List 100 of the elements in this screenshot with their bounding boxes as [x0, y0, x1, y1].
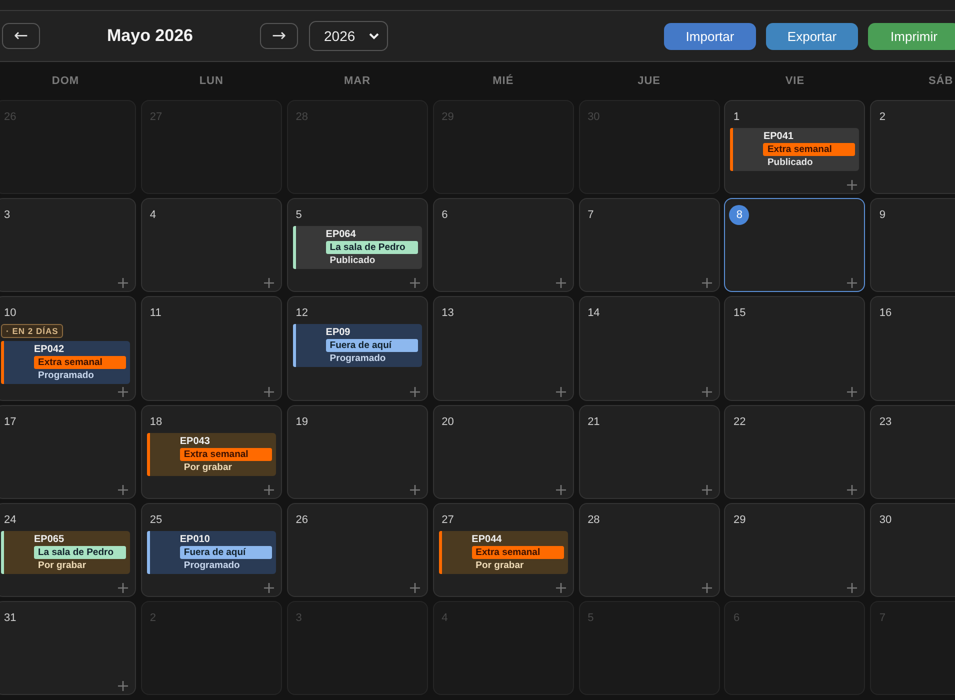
day-number: 30 [878, 513, 893, 528]
day-cell[interactable]: 19 [286, 405, 428, 499]
add-icon[interactable] [410, 387, 420, 397]
add-icon[interactable] [702, 387, 712, 397]
add-icon[interactable] [556, 278, 566, 288]
day-number: 31 [3, 611, 18, 626]
show-tag: La sala de Pedro [326, 241, 418, 254]
day-cell[interactable]: 2 [870, 100, 955, 194]
add-icon[interactable] [264, 278, 274, 288]
add-icon[interactable] [410, 278, 420, 288]
day-cell[interactable]: 3 [0, 198, 136, 292]
episode-card[interactable]: EP043 Extra semanal Por grabar [146, 433, 276, 476]
add-icon[interactable] [702, 583, 712, 593]
add-icon[interactable] [702, 278, 712, 288]
episode-card[interactable]: EP09 Fuera de aquí Programado [292, 324, 422, 367]
day-number: 14 [586, 306, 601, 321]
day-cell[interactable]: 12 EP09 Fuera de aquí Programado [286, 296, 428, 401]
day-number: 25 [148, 513, 164, 528]
show-tag: La sala de Pedro [34, 546, 126, 559]
add-icon[interactable] [702, 485, 712, 495]
episode-code: EP010 [180, 534, 210, 545]
day-cell[interactable]: 31 [0, 601, 136, 695]
day-cell[interactable]: 10 · EN 2 DÍAS EP042 Extra semanal Programado [0, 296, 136, 401]
episode-status: Programado [328, 353, 386, 364]
add-icon[interactable] [847, 180, 858, 190]
episode-status: Publicado [328, 255, 376, 266]
episode-card[interactable]: EP041 Extra semanal Publicado [730, 128, 860, 171]
day-cell[interactable]: 29 [724, 503, 866, 597]
day-number: 22 [732, 415, 747, 430]
day-cell[interactable]: 15 [724, 296, 866, 401]
day-cell[interactable]: 24 EP065 La sala de Pedro Por grabar [0, 503, 136, 597]
day-cell[interactable]: 17 [0, 405, 136, 499]
add-icon[interactable] [847, 583, 858, 593]
day-cell[interactable]: 7 [578, 198, 720, 292]
day-number: 21 [586, 415, 601, 430]
episode-code: EP065 [34, 534, 64, 545]
day-cell[interactable]: 5 EP064 La sala de Pedro Publicado [286, 198, 428, 292]
episode-card[interactable]: EP064 La sala de Pedro Publicado [292, 226, 422, 269]
add-icon[interactable] [847, 278, 858, 288]
day-cell[interactable]: 14 [578, 296, 720, 401]
day-cell[interactable]: 4 [140, 198, 282, 292]
add-icon[interactable] [264, 485, 274, 495]
day-number: 16 [878, 306, 893, 321]
day-cell[interactable]: 16 [870, 296, 955, 401]
add-icon[interactable] [118, 583, 128, 593]
episode-card[interactable]: EP044 Extra semanal Por grabar [438, 531, 568, 574]
day-cell[interactable]: 20 [432, 405, 574, 499]
add-icon[interactable] [847, 485, 858, 495]
day-cell[interactable]: 9 [870, 198, 955, 292]
day-cell[interactable]: 28 [578, 503, 720, 597]
add-icon[interactable] [556, 485, 566, 495]
episode-card[interactable]: EP042 Extra semanal Programado [1, 341, 130, 384]
episode-card[interactable]: EP065 La sala de Pedro Por grabar [1, 531, 130, 574]
day-number: 6 [440, 208, 449, 223]
previous-month-button[interactable]: ← [2, 23, 40, 49]
add-icon[interactable] [264, 583, 274, 593]
day-cell[interactable]: 11 [140, 296, 282, 401]
day-cell[interactable]: 25 EP010 Fuera de aquí Programado [140, 503, 282, 597]
add-icon[interactable] [847, 387, 858, 397]
episode-card[interactable]: EP010 Fuera de aquí Programado [146, 531, 276, 574]
show-tag: Extra semanal [34, 356, 126, 369]
add-icon[interactable] [118, 681, 128, 691]
today-date-marker: 8 [729, 205, 750, 225]
day-number: 24 [3, 513, 18, 528]
day-cell[interactable]: 6 [432, 198, 574, 292]
add-icon[interactable] [410, 485, 420, 495]
episode-status: Por grabar [182, 462, 232, 473]
day-cell[interactable]: 23 [870, 405, 955, 499]
add-icon[interactable] [118, 485, 128, 495]
weekday-header: VIE [784, 75, 806, 87]
day-cell[interactable]: 26 [286, 503, 428, 597]
add-icon[interactable] [118, 278, 128, 288]
day-cell[interactable]: 8 [724, 198, 866, 292]
add-icon[interactable] [264, 387, 274, 397]
next-month-button[interactable]: → [260, 23, 298, 49]
day-number: 10 [3, 306, 18, 321]
show-tag: Extra semanal [763, 143, 856, 156]
weekday-header: JUE [636, 75, 662, 87]
episode-status: Programado [182, 560, 240, 571]
add-icon[interactable] [118, 387, 128, 397]
day-cell[interactable]: 30 [870, 503, 955, 597]
day-number: 9 [878, 208, 886, 223]
weekday-header: LUN [198, 75, 224, 87]
weekday-header: SÁB [927, 75, 954, 87]
add-icon[interactable] [556, 387, 566, 397]
show-tag: Fuera de aquí [180, 546, 272, 559]
add-icon[interactable] [556, 583, 566, 593]
episode-code: EP064 [326, 229, 356, 240]
day-cell[interactable]: 1 EP041 Extra semanal Publicado [724, 100, 866, 194]
year-select[interactable]: 2026 [309, 21, 388, 51]
episode-code: EP042 [34, 344, 64, 355]
day-cell[interactable]: 21 [578, 405, 720, 499]
add-icon[interactable] [410, 583, 420, 593]
day-cell[interactable]: 13 [432, 296, 574, 401]
episode-code: EP041 [763, 131, 794, 142]
day-cell[interactable]: 18 EP043 Extra semanal Por grabar [140, 405, 282, 499]
weekday-header: DOM [50, 75, 80, 87]
episode-status: Por grabar [474, 560, 524, 571]
day-cell[interactable]: 27 EP044 Extra semanal Por grabar [432, 503, 574, 597]
day-cell[interactable]: 22 [724, 405, 866, 499]
